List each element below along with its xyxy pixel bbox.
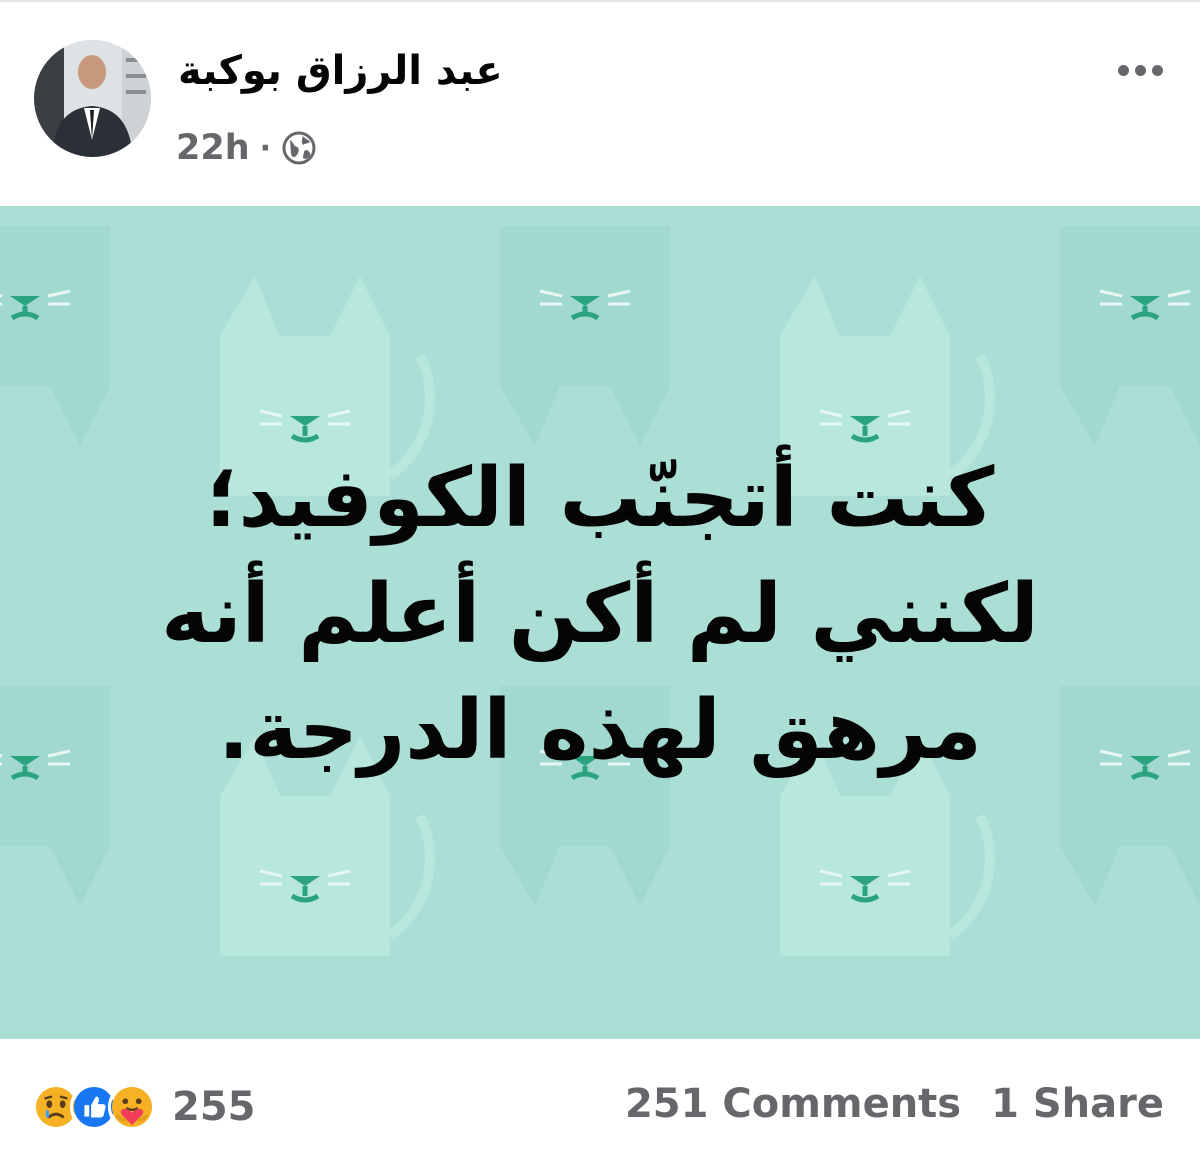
- more-dot: [1117, 64, 1129, 76]
- reaction-count[interactable]: 255: [172, 1084, 256, 1130]
- more-dot: [1134, 64, 1146, 76]
- globe-icon[interactable]: [281, 130, 317, 166]
- shares-count[interactable]: 1 Share: [991, 1081, 1164, 1127]
- author-name[interactable]: عبد الرزاق بوكبة: [178, 48, 503, 94]
- post-text: كنت أتجنّب الكوفيد؛ لكنني لم أكن أعلم أن…: [100, 441, 1100, 789]
- avatar-photo: [34, 40, 151, 157]
- post-card: عبد الرزاق بوكبة 22h · كنت أتجنّب الكوفي…: [0, 0, 1200, 1159]
- post-meta: 22h ·: [176, 126, 317, 170]
- post-timestamp[interactable]: 22h: [176, 128, 250, 168]
- more-options-icon[interactable]: [1112, 50, 1168, 90]
- post-background[interactable]: كنت أتجنّب الكوفيد؛ لكنني لم أكن أعلم أن…: [0, 206, 1200, 1039]
- post-text-line: لكنني لم أكن أعلم أنه: [161, 567, 1039, 662]
- comments-count[interactable]: 251 Comments: [625, 1081, 961, 1127]
- meta-separator: ·: [259, 130, 272, 166]
- care-reaction-icon: [108, 1083, 156, 1131]
- reactions-summary[interactable]: 255: [32, 1083, 256, 1131]
- post-stats: 251 Comments 1 Share: [625, 1081, 1164, 1127]
- more-dot: [1151, 64, 1163, 76]
- author-avatar[interactable]: [34, 40, 151, 157]
- post-footer: 255 251 Comments 1 Share: [0, 1039, 1200, 1159]
- post-text-line: كنت أتجنّب الكوفيد؛: [205, 451, 995, 546]
- post-text-line: مرهق لهذه الدرجة.: [218, 683, 982, 778]
- post-header: عبد الرزاق بوكبة 22h ·: [0, 2, 1200, 206]
